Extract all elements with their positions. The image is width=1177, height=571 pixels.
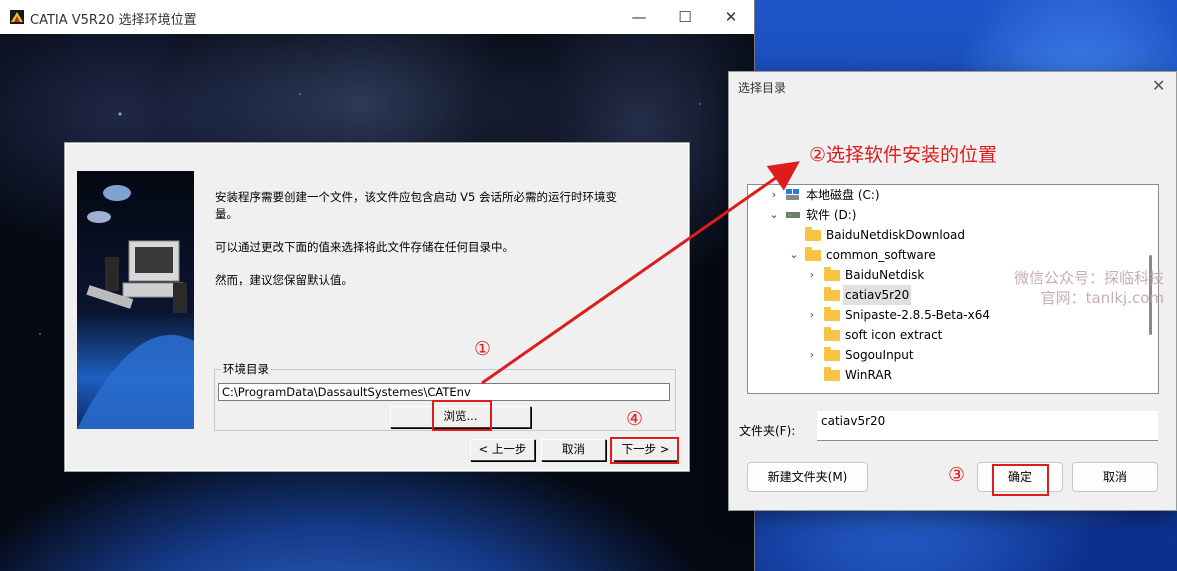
watermark: 微信公众号：探临科技 官网：tanlkj.com bbox=[1014, 268, 1164, 308]
watermark-line-2: 官网：tanlkj.com bbox=[1040, 289, 1165, 307]
watermark-line-1: 微信公众号：探临科技 bbox=[1014, 269, 1165, 287]
annotation-arrow bbox=[481, 161, 800, 385]
